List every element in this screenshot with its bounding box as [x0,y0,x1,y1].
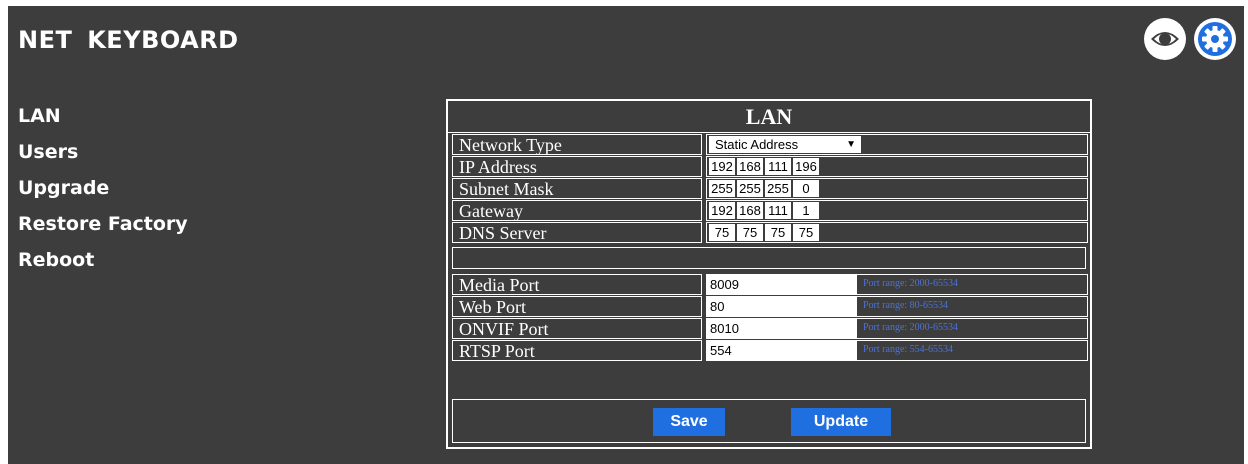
header-icons [1144,18,1236,60]
sidebar-item-lan[interactable]: LAN [18,98,188,134]
ip-address-row: IP Address 192 168 111 196 [448,155,1090,177]
subnet-octet-4[interactable]: 0 [793,180,819,197]
dns-server-label: DNS Server [452,222,702,243]
subnet-mask-label: Subnet Mask [452,178,702,199]
onvif-port-hint: Port range: 2000-65534 [863,322,958,333]
network-type-select[interactable]: Static Address ▼ [709,136,861,153]
subnet-mask-cell: 255 255 255 0 [706,178,1088,199]
gear-icon[interactable] [1194,18,1236,60]
media-port-cell: 8009 Port range: 2000-65534 [706,274,1088,295]
dns-server-row: DNS Server 75 75 75 75 [448,221,1090,243]
rtsp-port-label: RTSP Port [452,340,702,361]
ip-address-label: IP Address [452,156,702,177]
app-title: NET KEYBOARD [18,26,239,54]
media-port-row: Media Port 8009 Port range: 2000-65534 [448,273,1090,295]
rtsp-port-row: RTSP Port 554 Port range: 554-65534 [448,339,1090,361]
panel-title: LAN [448,101,1090,133]
ip-octet-3[interactable]: 111 [765,158,791,175]
dns-server-cell: 75 75 75 75 [706,222,1088,243]
dns-octet-3[interactable]: 75 [765,224,791,241]
lan-settings-panel: LAN Network Type Static Address ▼ IP Add… [446,99,1092,449]
gateway-octet-3[interactable]: 111 [765,202,791,219]
network-type-row: Network Type Static Address ▼ [448,133,1090,155]
update-button[interactable]: Update [791,408,891,436]
network-type-label: Network Type [452,134,702,155]
gateway-octet-4[interactable]: 1 [793,202,819,219]
spacer-cell [452,247,1086,269]
ip-address-cell: 192 168 111 196 [706,156,1088,177]
button-bar: Save Update [452,399,1086,443]
network-type-value: Static Address [715,137,799,152]
subnet-octet-3[interactable]: 255 [765,180,791,197]
dropdown-arrow-icon: ▼ [846,139,856,150]
dns-octet-2[interactable]: 75 [737,224,763,241]
rtsp-port-cell: 554 Port range: 554-65534 [706,340,1088,361]
ip-octet-2[interactable]: 168 [737,158,763,175]
gateway-label: Gateway [452,200,702,221]
web-port-cell: 80 Port range: 80-65534 [706,296,1088,317]
onvif-port-cell: 8010 Port range: 2000-65534 [706,318,1088,339]
rtsp-port-hint: Port range: 554-65534 [863,344,953,355]
ip-octet-4[interactable]: 196 [793,158,819,175]
gateway-octet-1[interactable]: 192 [709,202,735,219]
media-port-label: Media Port [452,274,702,295]
rtsp-port-input[interactable]: 554 [707,341,857,360]
ip-octet-1[interactable]: 192 [709,158,735,175]
media-port-hint: Port range: 2000-65534 [863,278,958,289]
network-type-cell: Static Address ▼ [706,134,1088,155]
onvif-port-row: ONVIF Port 8010 Port range: 2000-65534 [448,317,1090,339]
web-port-row: Web Port 80 Port range: 80-65534 [448,295,1090,317]
subnet-mask-row: Subnet Mask 255 255 255 0 [448,177,1090,199]
dns-octet-1[interactable]: 75 [709,224,735,241]
web-port-input[interactable]: 80 [707,297,857,316]
app-window: NET KEYBOARD LAN Users Upgrade Restore F… [8,6,1244,464]
sidebar-item-restore-factory[interactable]: Restore Factory [18,206,188,242]
spacer-row [448,243,1090,273]
dns-octet-4[interactable]: 75 [793,224,819,241]
web-port-label: Web Port [452,296,702,317]
sidebar-item-users[interactable]: Users [18,134,188,170]
sidebar-item-reboot[interactable]: Reboot [18,242,188,278]
eye-icon[interactable] [1144,18,1186,60]
subnet-octet-2[interactable]: 255 [737,180,763,197]
save-button[interactable]: Save [653,408,725,436]
web-port-hint: Port range: 80-65534 [863,300,948,311]
sidebar: LAN Users Upgrade Restore Factory Reboot [18,98,188,278]
gateway-octet-2[interactable]: 168 [737,202,763,219]
sidebar-item-upgrade[interactable]: Upgrade [18,170,188,206]
subnet-octet-1[interactable]: 255 [709,180,735,197]
gateway-cell: 192 168 111 1 [706,200,1088,221]
media-port-input[interactable]: 8009 [707,275,857,294]
onvif-port-label: ONVIF Port [452,318,702,339]
onvif-port-input[interactable]: 8010 [707,319,857,338]
gateway-row: Gateway 192 168 111 1 [448,199,1090,221]
